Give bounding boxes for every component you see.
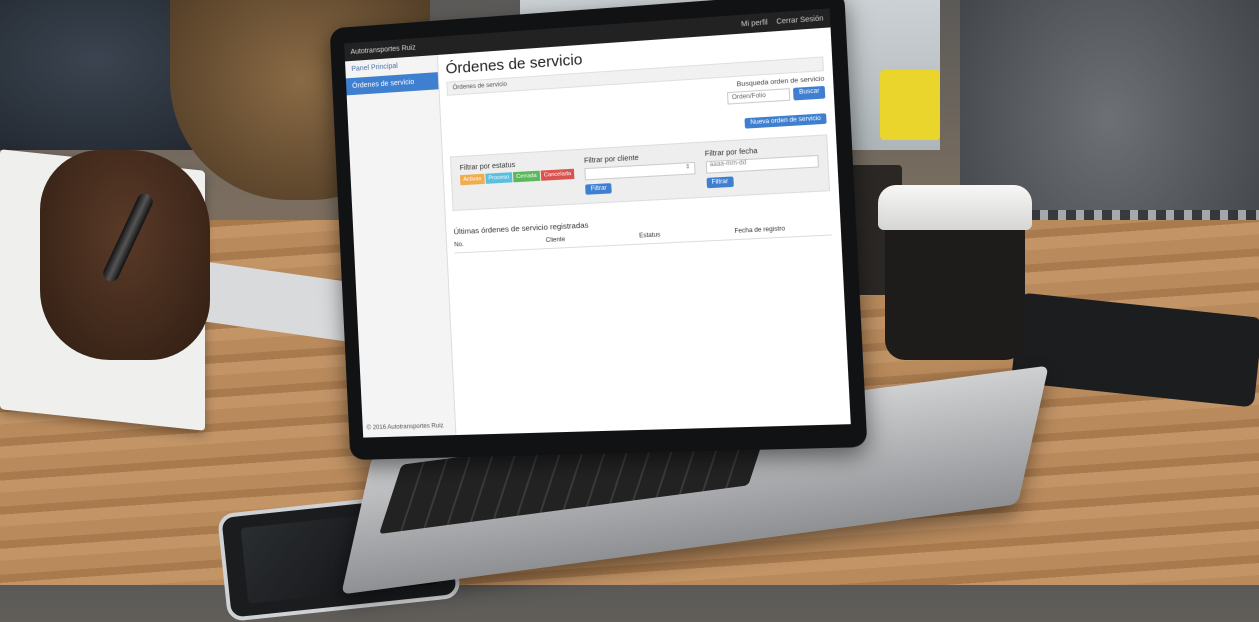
filter-date-button[interactable]: Filtrar: [706, 176, 734, 188]
search-input[interactable]: Orden/Folio: [727, 88, 790, 105]
coffee-cup-lid: [878, 185, 1032, 230]
app-brand[interactable]: Autotransportes Ruiz: [350, 44, 415, 56]
status-button-cancelada[interactable]: Cancelada: [541, 169, 575, 181]
logout-link[interactable]: Cerrar Sesión: [776, 15, 824, 26]
filters-panel: Filtrar por estatus Activas Proceso Cerr…: [450, 134, 830, 211]
laptop-screen: Autotransportes Ruiz Mi perfil Cerrar Se…: [344, 8, 851, 437]
yellow-cup: [880, 70, 940, 140]
main-content: Órdenes de servicio Órdenes de servicio …: [445, 28, 842, 435]
column-header: Cliente: [546, 233, 640, 244]
search-button[interactable]: Buscar: [793, 86, 825, 101]
status-button-cerrada[interactable]: Cerrada: [513, 171, 540, 183]
date-input[interactable]: aaaa-mm-dd: [705, 155, 819, 174]
user-menu[interactable]: Mi perfil: [741, 19, 768, 28]
sidebar-item-label: Órdenes de servicio: [352, 79, 414, 90]
status-button-proceso[interactable]: Proceso: [485, 172, 512, 184]
column-header: Estatus: [639, 229, 735, 240]
new-order-button[interactable]: Nueva orden de servicio: [745, 113, 827, 128]
filter-client-button[interactable]: Filtrar: [585, 183, 612, 195]
client-select[interactable]: ⇕: [584, 162, 695, 181]
column-header: No.: [454, 238, 546, 249]
status-button-activas[interactable]: Activas: [460, 174, 485, 185]
column-header: Fecha de registro: [734, 224, 832, 235]
laptop-screen-bezel: Autotransportes Ruiz Mi perfil Cerrar Se…: [330, 0, 868, 460]
sidebar-item-label: Panel Principal: [351, 63, 398, 73]
sidebar-footer: © 2016 Autotransportes Ruiz: [367, 423, 444, 431]
sidebar: Panel Principal Órdenes de servicio © 20…: [345, 55, 456, 438]
